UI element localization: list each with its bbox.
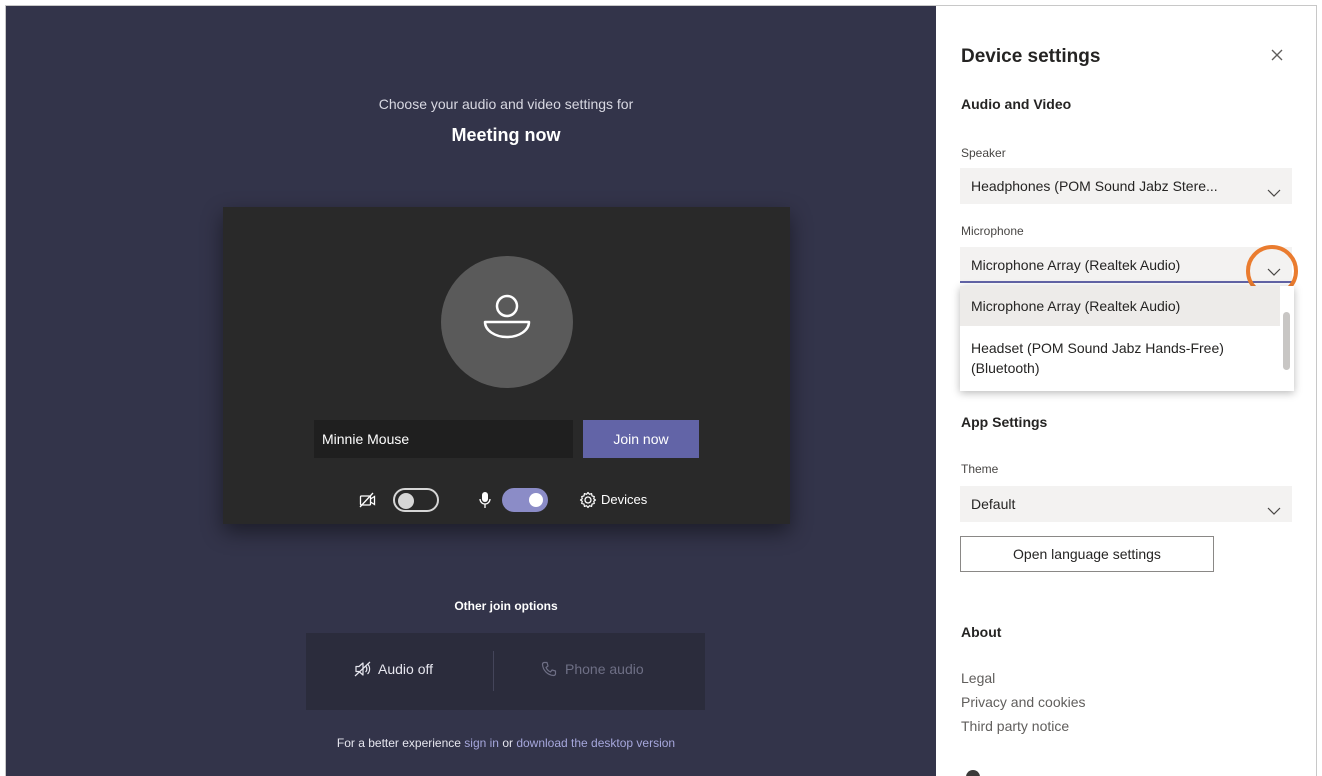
person-icon (441, 256, 573, 388)
sign-in-link[interactable]: sign in (464, 736, 499, 750)
footer-middle: or (498, 736, 517, 750)
scroll-indicator (966, 770, 980, 776)
meeting-title: Meeting now (451, 125, 561, 145)
name-input[interactable] (314, 420, 573, 458)
join-now-button[interactable]: Join now (583, 420, 699, 458)
microphone-toggle[interactable] (502, 488, 548, 512)
legal-link[interactable]: Legal (961, 670, 995, 686)
theme-value: Default (971, 496, 1016, 512)
app-settings-heading: App Settings (961, 414, 1048, 430)
privacy-cookies-link[interactable]: Privacy and cookies (961, 694, 1086, 710)
panel-title: Device settings (961, 46, 1101, 67)
prejoin-stage: Choose your audio and video settings for… (6, 6, 936, 776)
microphone-option[interactable]: Microphone Array (Realtek Audio) (960, 286, 1280, 326)
speaker-off-icon (354, 661, 372, 680)
dropdown-scrollbar[interactable] (1283, 312, 1290, 370)
device-settings-panel: Device settings Audio and Video Speaker … (936, 6, 1316, 776)
theme-select[interactable]: Default (960, 486, 1292, 522)
about-heading: About (961, 624, 1002, 640)
camera-toggle[interactable] (393, 488, 439, 512)
download-desktop-link[interactable]: download the desktop version (516, 736, 675, 750)
prejoin-subtitle: Choose your audio and video settings for (378, 96, 634, 112)
microphone-label: Microphone (961, 224, 1024, 238)
other-join-options-title: Other join options (454, 599, 558, 613)
video-off-icon (359, 491, 377, 514)
microphone-dropdown-menu: Microphone Array (Realtek Audio) Headset… (960, 286, 1294, 391)
microphone-value: Microphone Array (Realtek Audio) (971, 257, 1181, 273)
theme-label: Theme (961, 462, 999, 476)
footer-prefix: For a better experience (336, 736, 465, 750)
microphone-select[interactable]: Microphone Array (Realtek Audio) (960, 247, 1292, 283)
speaker-select[interactable]: Headphones (POM Sound Jabz Stere... (960, 168, 1292, 204)
other-join-options: Audio off Phone audio (306, 633, 705, 710)
options-divider (493, 651, 494, 691)
audio-off-label: Audio off (378, 661, 434, 677)
phone-icon (541, 661, 557, 680)
microphone-icon (478, 491, 492, 514)
footer-note: For a better experience sign in or downl… (6, 736, 1006, 750)
chevron-down-icon (1266, 496, 1282, 522)
speaker-label: Speaker (961, 146, 1006, 160)
teams-window: Choose your audio and video settings for… (5, 5, 1317, 776)
microphone-option[interactable]: Headset (POM Sound Jabz Hands-Free) (Blu… (960, 338, 1280, 378)
microphone-toggle-knob (529, 493, 543, 507)
phone-audio-label: Phone audio (565, 661, 644, 677)
video-preview: Join now (223, 207, 790, 524)
close-icon[interactable] (1266, 44, 1288, 66)
camera-toggle-knob (398, 493, 414, 509)
audio-video-heading: Audio and Video (961, 96, 1072, 112)
devices-button[interactable]: Devices (601, 492, 647, 507)
audio-off-option[interactable]: Audio off (354, 661, 433, 680)
chevron-down-icon (1266, 178, 1282, 204)
gear-icon[interactable] (579, 491, 597, 514)
phone-audio-option[interactable]: Phone audio (541, 661, 644, 680)
speaker-value: Headphones (POM Sound Jabz Stere... (971, 178, 1218, 194)
open-language-settings-button[interactable]: Open language settings (960, 536, 1214, 572)
third-party-notice-link[interactable]: Third party notice (961, 718, 1069, 734)
